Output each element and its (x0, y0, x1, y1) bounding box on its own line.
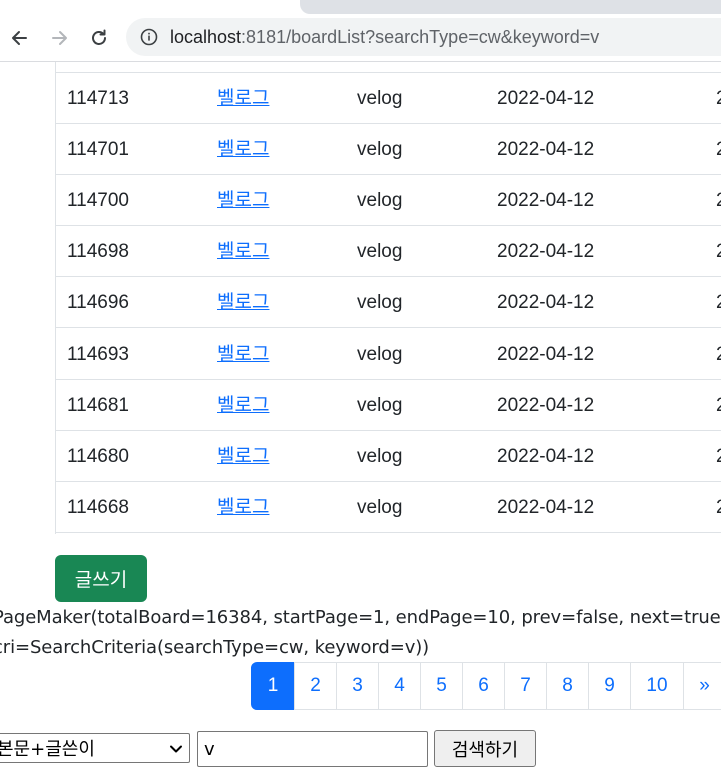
board-writer: velog (357, 497, 403, 518)
board-writer: velog (357, 139, 403, 160)
board-writer: velog (357, 241, 403, 262)
board-title-link[interactable]: 벨로그 (217, 380, 269, 431)
board-title-link[interactable]: 벨로그 (217, 226, 269, 277)
board-views: 2 (716, 329, 721, 380)
board-no: 114693 (67, 344, 129, 365)
board-views: 2 (716, 226, 721, 277)
board-title-link[interactable]: 벨로그 (217, 124, 269, 175)
board-views: 2 (716, 380, 721, 431)
board-writer: velog (357, 344, 403, 365)
page-link-5[interactable]: 5 (420, 662, 463, 710)
info-circle-icon[interactable] (140, 28, 158, 46)
page-link-6[interactable]: 6 (462, 662, 505, 710)
board-no: 114681 (67, 395, 129, 416)
board-views: 2 (716, 431, 721, 482)
table-row: 114693 벨로그 velog 2022-04-12 2 (56, 329, 721, 380)
chevron-down-icon (170, 745, 182, 753)
board-writer: velog (357, 292, 403, 313)
pagemaker-debug-text: PageMaker(totalBoard=16384, startPage=1,… (0, 607, 721, 628)
board-views: 2 (716, 482, 721, 533)
board-title-link[interactable]: 벨로그 (217, 277, 269, 328)
page-link-1[interactable]: 1 (251, 662, 295, 710)
page-link-4[interactable]: 4 (378, 662, 421, 710)
table-row: 114681 벨로그 velog 2022-04-12 2 (56, 380, 721, 431)
url-path: :8181/boardList?searchType=cw&keyword=v (241, 26, 600, 47)
board-date: 2022-04-12 (497, 292, 595, 313)
board-no: 114680 (67, 446, 129, 467)
table-row: 114700 벨로그 velog 2022-04-12 2 (56, 175, 721, 226)
board-views: 2 (716, 73, 721, 124)
board-no: 114701 (67, 139, 129, 160)
board-title-link[interactable]: 벨로그 (217, 482, 269, 533)
board-date: 2022-04-12 (497, 344, 595, 365)
arrow-left-icon (12, 31, 27, 45)
page-link-7[interactable]: 7 (504, 662, 547, 710)
search-keyword-input[interactable] (197, 731, 428, 767)
table-row: 114701 벨로그 velog 2022-04-12 2 (56, 124, 721, 175)
board-no: 114713 (67, 88, 129, 109)
board-no: 114700 (67, 190, 129, 211)
board-views: 2 (716, 175, 721, 226)
criteria-debug-text: cri=SearchCriteria(searchType=cw, keywor… (0, 637, 430, 658)
table-row: 114698 벨로그 velog 2022-04-12 2 (56, 226, 721, 277)
pagination: 1 2 3 4 5 6 7 8 9 10 » (251, 662, 721, 710)
board-date: 2022-04-12 (497, 88, 595, 109)
write-button[interactable]: 글쓰기 (55, 555, 147, 602)
reload-button[interactable] (85, 24, 113, 52)
back-button[interactable] (5, 24, 33, 52)
board-writer: velog (357, 395, 403, 416)
board-title-link[interactable]: 벨로그 (217, 73, 269, 124)
board-date: 2022-04-12 (497, 190, 595, 211)
board-title-link[interactable]: 벨로그 (217, 329, 269, 380)
board-writer: velog (357, 190, 403, 211)
board-no: 114668 (67, 497, 129, 518)
board-views: 2 (716, 277, 721, 328)
table-row: 114680 벨로그 velog 2022-04-12 2 (56, 431, 721, 482)
arrow-right-icon (52, 31, 67, 45)
board-views: 2 (716, 124, 721, 175)
board-no: 114698 (67, 241, 129, 262)
board-title-link[interactable]: 벨로그 (217, 431, 269, 482)
page-link-2[interactable]: 2 (294, 662, 337, 710)
board-date: 2022-04-12 (497, 497, 595, 518)
page-link-10[interactable]: 10 (630, 662, 684, 710)
board-title-link[interactable]: 벨로그 (217, 175, 269, 226)
url-text: localhost:8181/boardList?searchType=cw&k… (170, 27, 599, 48)
board-writer: velog (357, 88, 403, 109)
board-date: 2022-04-12 (497, 241, 595, 262)
reload-icon (92, 29, 106, 45)
search-button[interactable]: 검색하기 (434, 730, 536, 767)
search-type-selected: 본문+글쓴이 (0, 739, 95, 760)
table-row: 114668 벨로그 velog 2022-04-12 2 (56, 482, 721, 533)
browser-tab[interactable] (300, 0, 721, 14)
board-date: 2022-04-12 (497, 446, 595, 467)
url-host: localhost (170, 26, 242, 47)
table-row: 114713 벨로그 velog 2022-04-12 2 (56, 73, 721, 124)
table-row: 114696 벨로그 velog 2022-04-12 2 (56, 277, 721, 328)
board-date: 2022-04-12 (497, 395, 595, 416)
board-no: 114696 (67, 292, 129, 313)
page-link-8[interactable]: 8 (546, 662, 589, 710)
board-date: 2022-04-12 (497, 139, 595, 160)
board-table: 114713 벨로그 velog 2022-04-12 2 114701 벨로그… (55, 62, 721, 534)
next-page-link[interactable]: » (683, 662, 721, 710)
address-bar[interactable]: localhost:8181/boardList?searchType=cw&k… (126, 18, 721, 56)
search-type-select[interactable]: 본문+글쓴이 (0, 733, 190, 763)
page-link-9[interactable]: 9 (588, 662, 631, 710)
board-writer: velog (357, 446, 403, 467)
page-link-3[interactable]: 3 (336, 662, 379, 710)
browser-toolbar: localhost:8181/boardList?searchType=cw&k… (0, 0, 721, 62)
forward-button[interactable] (46, 24, 74, 52)
